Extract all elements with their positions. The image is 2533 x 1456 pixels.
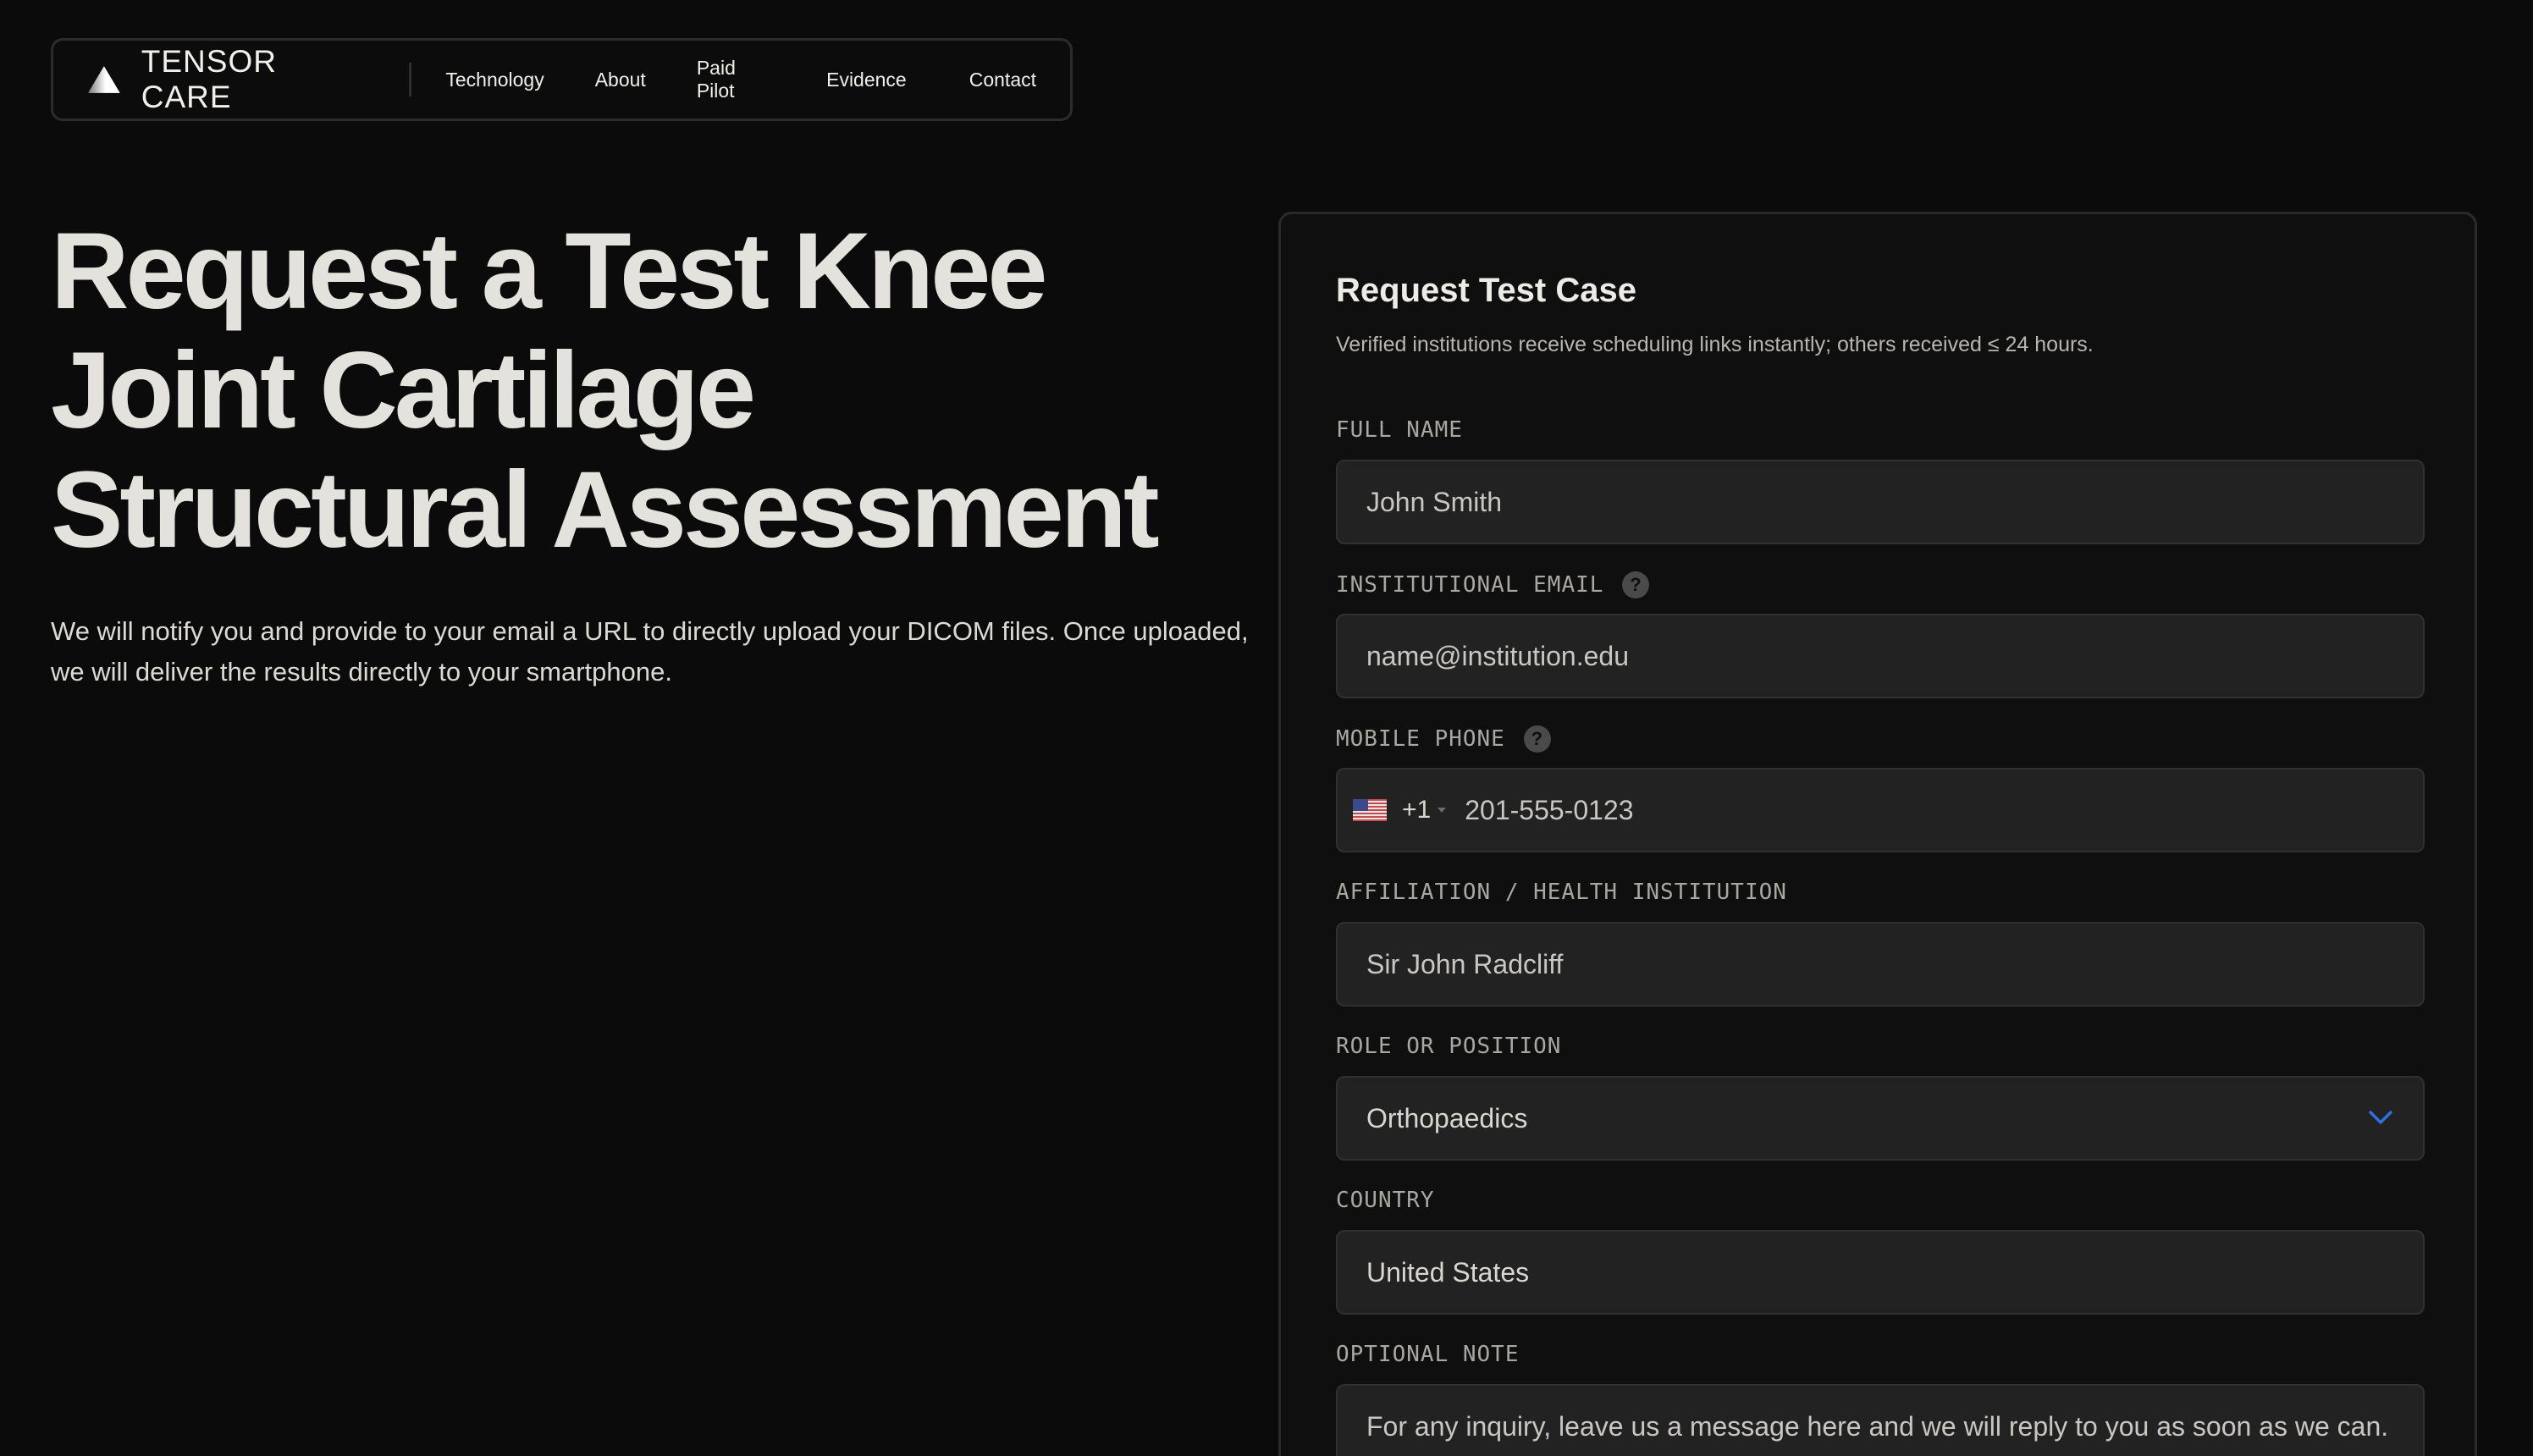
role-label: ROLE OR POSITION: [1336, 1034, 1561, 1059]
top-nav: TENSOR CARE Technology About Paid Pilot …: [51, 38, 1073, 121]
phone-label: MOBILE PHONE ?: [1336, 725, 1551, 753]
country-field[interactable]: United States: [1336, 1230, 2425, 1315]
page: TENSOR CARE Technology About Paid Pilot …: [0, 0, 2533, 1456]
page-title-line-3: Structural Assessment: [51, 449, 1160, 571]
nav-divider: [409, 63, 412, 97]
phone-help-icon[interactable]: ?: [1523, 725, 1551, 753]
dial-code: +1: [1402, 796, 1432, 824]
note-label-text: OPTIONAL NOTE: [1336, 1342, 1520, 1367]
full-name-label: FULL NAME: [1336, 417, 1463, 443]
affiliation-input[interactable]: [1366, 948, 2394, 980]
email-help-icon[interactable]: ?: [1622, 571, 1650, 598]
role-select-value: Orthopaedics: [1366, 1102, 1528, 1133]
country-label: COUNTRY: [1336, 1188, 1435, 1213]
email-label-text: INSTITUTIONAL EMAIL: [1336, 572, 1604, 598]
role-label-text: ROLE OR POSITION: [1336, 1034, 1562, 1059]
email-input[interactable]: [1366, 640, 2394, 672]
nav-link-technology[interactable]: Technology: [445, 69, 544, 91]
full-name-input[interactable]: [1366, 486, 2394, 518]
country-value: United States: [1366, 1256, 1530, 1288]
country-code-select[interactable]: +1: [1353, 796, 1447, 825]
full-name-field[interactable]: [1336, 460, 2425, 544]
chevron-down-icon: [2369, 1111, 2392, 1124]
nav-link-contact[interactable]: Contact: [969, 69, 1036, 91]
page-title: Request a Test Knee Joint Cartilage Stru…: [51, 212, 1253, 570]
affiliation-label: AFFILIATION / HEALTH INSTITUTION: [1336, 880, 1787, 905]
nav-link-paid-pilot[interactable]: Paid Pilot: [697, 57, 775, 102]
note-label: OPTIONAL NOTE: [1336, 1342, 1520, 1367]
nav-link-about[interactable]: About: [595, 69, 646, 91]
brand-logo[interactable]: TENSOR CARE: [87, 44, 375, 115]
note-textarea[interactable]: [1366, 1411, 2394, 1456]
role-select[interactable]: Orthopaedics: [1336, 1076, 2425, 1161]
email-field[interactable]: [1336, 614, 2425, 698]
affiliation-label-text: AFFILIATION / HEALTH INSTITUTION: [1336, 880, 1787, 905]
us-flag-icon: [1353, 799, 1387, 821]
country-code-caret-icon: [1438, 808, 1447, 813]
country-label-text: COUNTRY: [1336, 1188, 1435, 1213]
form-subtitle: Verified institutions receive scheduling…: [1336, 333, 2094, 356]
affiliation-field[interactable]: [1336, 922, 2425, 1007]
page-title-line-2: Joint Cartilage: [51, 330, 756, 451]
brand-name: TENSOR CARE: [141, 44, 277, 114]
request-form-card: Request Test Case Verified institutions …: [1278, 212, 2477, 1456]
phone-input[interactable]: [1465, 794, 2394, 826]
phone-label-text: MOBILE PHONE: [1336, 726, 1505, 752]
hero-description: We will notify you and provide to your e…: [51, 616, 1249, 687]
triangle-logo-icon: [87, 66, 120, 93]
note-field[interactable]: [1336, 1384, 2425, 1456]
nav-links: Technology About Paid Pilot Evidence Con…: [445, 57, 1036, 102]
page-title-line-1: Request a Test Knee: [51, 211, 1048, 332]
phone-field[interactable]: +1: [1336, 768, 2425, 852]
full-name-label-text: FULL NAME: [1336, 417, 1463, 443]
email-label: INSTITUTIONAL EMAIL ?: [1336, 571, 1650, 598]
nav-link-evidence[interactable]: Evidence: [826, 69, 907, 91]
form-title: Request Test Case: [1336, 272, 1636, 309]
